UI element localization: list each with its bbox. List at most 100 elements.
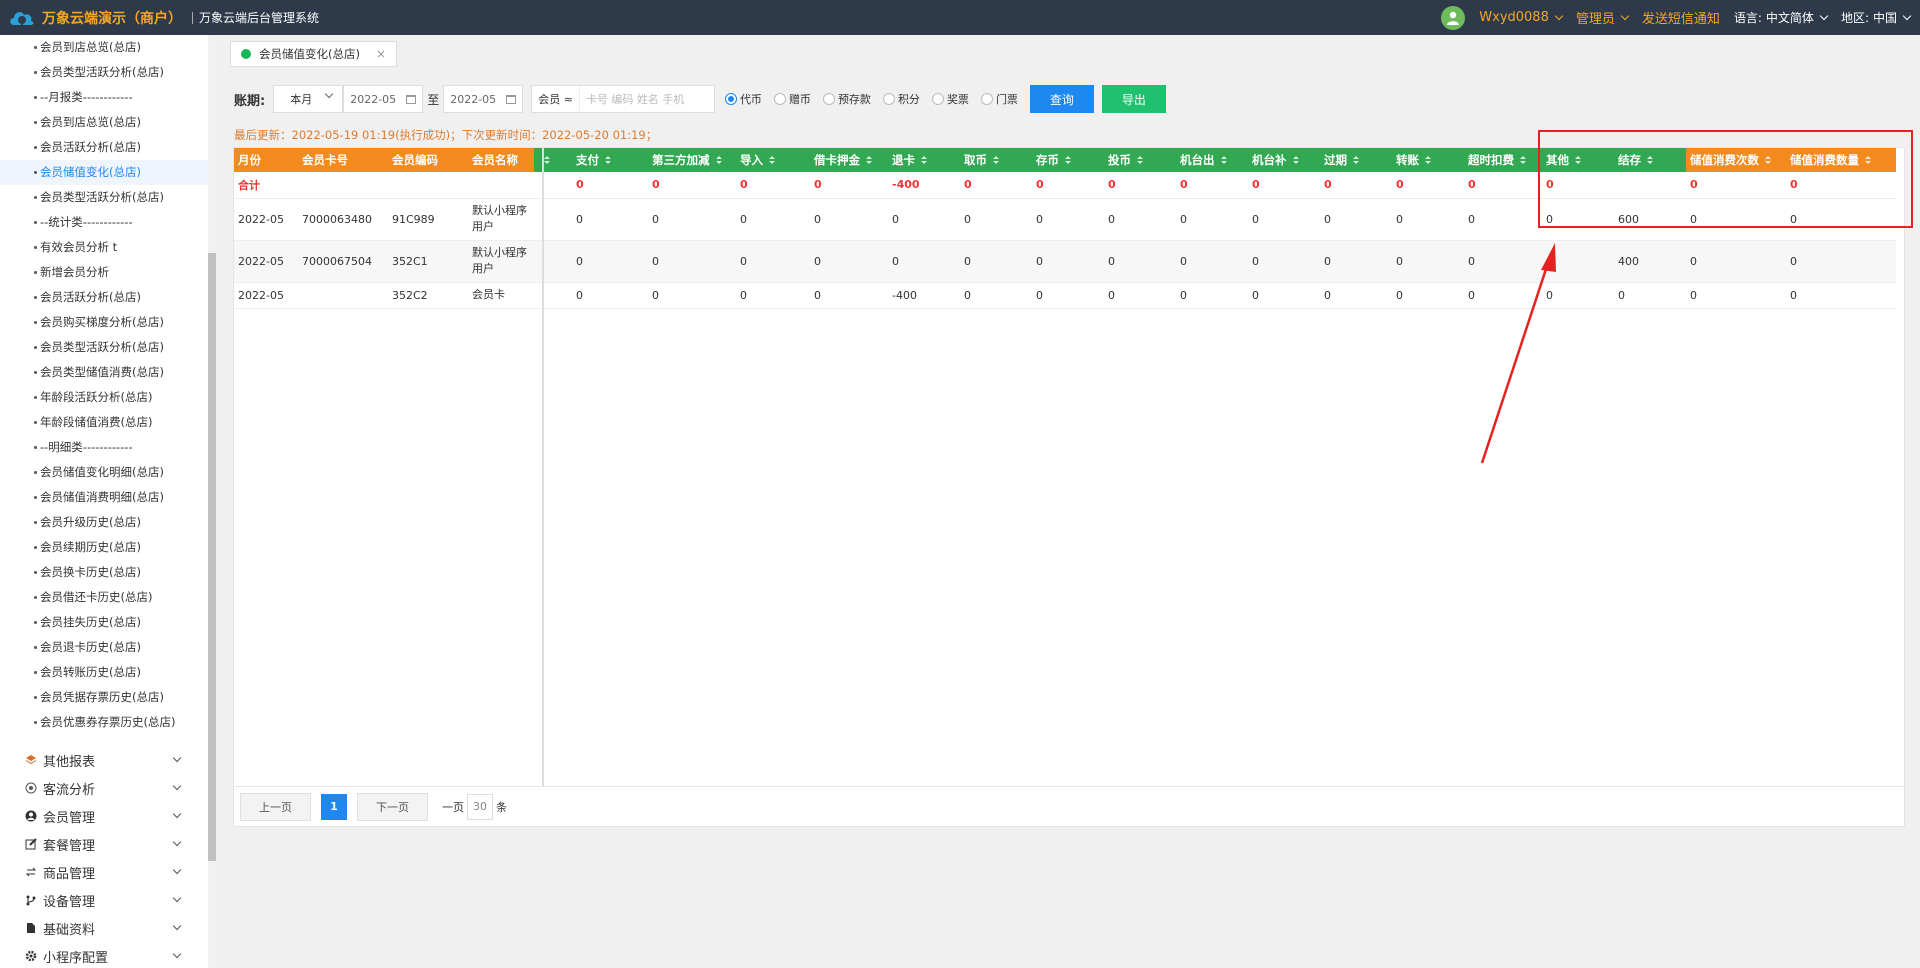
column-header[interactable]: 取币	[960, 148, 1032, 172]
column-header[interactable]: 退卡	[888, 148, 960, 172]
sidebar-item[interactable]: 新增会员分析	[0, 260, 216, 285]
sidebar-group-7[interactable]: 小程序配置	[0, 942, 208, 968]
sidebar-item[interactable]: 会员类型储值消费(总店)	[0, 360, 216, 385]
column-header[interactable]: 第三方加减	[648, 148, 736, 172]
radio-option[interactable]: 奖票	[931, 91, 969, 107]
region-menu[interactable]: 地区: 中国	[1841, 9, 1912, 26]
sort-icon[interactable]	[1137, 156, 1143, 165]
member-search-input[interactable]: 卡号 编码 姓名 手机	[580, 91, 714, 107]
sidebar-item[interactable]: 会员到店总览(总店)	[0, 110, 216, 135]
sidebar-group-1[interactable]: 客流分析	[0, 774, 208, 802]
radio-circle-icon[interactable]	[822, 93, 835, 105]
sidebar-item[interactable]: 会员换卡历史(总店)	[0, 560, 216, 585]
date-from-input[interactable]: 2022-05	[343, 85, 424, 113]
sort-icon[interactable]	[921, 156, 927, 165]
sidebar-item[interactable]: 会员挂失历史(总店)	[0, 610, 216, 635]
sort-icon[interactable]	[866, 156, 872, 165]
sidebar-group-6[interactable]: 基础资料	[0, 914, 208, 942]
radio-option[interactable]: 积分	[882, 91, 920, 107]
sort-icon[interactable]	[715, 156, 722, 165]
sidebar-scroll-thumb[interactable]	[208, 253, 216, 861]
radio-circle-icon[interactable]	[724, 93, 737, 105]
sidebar-item[interactable]: 会员升级历史(总店)	[0, 510, 216, 535]
sidebar-group-2[interactable]: 会员管理	[0, 802, 208, 830]
column-header[interactable]: 机台补	[1248, 148, 1320, 172]
sidebar-item[interactable]: 会员退卡历史(总店)	[0, 635, 216, 660]
query-button[interactable]: 查询	[1029, 85, 1094, 113]
radio-option[interactable]: 预存款	[822, 91, 871, 107]
frozen-column-divider[interactable]	[542, 148, 544, 786]
sort-icon[interactable]	[1292, 156, 1299, 165]
sort-icon[interactable]	[1220, 156, 1227, 165]
avatar[interactable]	[1441, 5, 1466, 30]
tab-member-stored-value[interactable]: 会员储值变化(总店) ×	[230, 41, 398, 67]
role-menu[interactable]: 管理员	[1576, 8, 1630, 27]
radio-option[interactable]: 门票	[980, 91, 1018, 107]
table-row[interactable]: 2022-05 352C2 会员卡 0 0 0 0 -400 0 0 0 0 0 0 0 0 0 0 0 0	[234, 282, 1896, 309]
sidebar-item[interactable]: 会员转账历史(总店)	[0, 660, 216, 685]
column-header[interactable]: 机台出	[1176, 148, 1248, 172]
column-header[interactable]: 超时扣费	[1464, 148, 1542, 172]
column-header[interactable]: 存币	[1032, 148, 1104, 172]
logo[interactable]: 万象云端演示（商户）	[8, 7, 182, 29]
sidebar-item[interactable]: 会员凭据存票历史(总店)	[0, 685, 216, 710]
column-header[interactable]: 转账	[1392, 148, 1464, 172]
sidebar-item[interactable]: 有效会员分析 t	[0, 235, 216, 260]
sidebar-item[interactable]: 年龄段储值消费(总店)	[0, 410, 216, 435]
language-menu[interactable]: 语言: 中文简体	[1734, 9, 1829, 26]
radio-circle-icon[interactable]	[931, 93, 944, 105]
column-header[interactable]: 投币	[1104, 148, 1176, 172]
member-match-select[interactable]: 会员 ≈	[532, 86, 580, 112]
date-to-input[interactable]: 2022-05	[443, 85, 524, 113]
sort-icon[interactable]	[1353, 156, 1359, 165]
sidebar-item[interactable]: 会员借还卡历史(总店)	[0, 585, 216, 610]
sidebar-item[interactable]: --明细类------------	[0, 435, 216, 460]
column-header[interactable]: 导入	[736, 148, 810, 172]
sort-icon[interactable]	[1520, 156, 1526, 165]
export-button[interactable]: 导出	[1101, 85, 1166, 113]
sort-icon[interactable]	[605, 156, 611, 165]
column-header[interactable]: 借卡押金	[810, 148, 888, 172]
page-size-input[interactable]: 30	[467, 793, 493, 820]
sms-notify-link[interactable]: 发送短信通知	[1642, 8, 1720, 27]
column-header[interactable]: 过期	[1320, 148, 1392, 172]
sort-icon[interactable]	[769, 156, 775, 165]
sort-icon[interactable]	[993, 156, 999, 165]
sidebar-item[interactable]: 会员续期历史(总店)	[0, 535, 216, 560]
close-icon[interactable]: ×	[376, 47, 386, 61]
sidebar-scrollbar[interactable]	[208, 35, 216, 968]
column-header[interactable]: 支付	[572, 148, 648, 172]
sort-icon[interactable]	[544, 156, 550, 165]
user-menu[interactable]: Wxyd0088	[1479, 10, 1564, 25]
current-page-button[interactable]: 1	[321, 793, 347, 820]
sidebar-item[interactable]: 会员储值变化(总店)	[0, 160, 216, 185]
column-header[interactable]	[534, 148, 572, 172]
sidebar-item[interactable]: 会员购买梯度分析(总店)	[0, 310, 216, 335]
radio-option[interactable]: 赠币	[773, 91, 811, 107]
sidebar-item[interactable]: 年龄段活跃分析(总店)	[0, 385, 216, 410]
sidebar-item[interactable]: 会员类型活跃分析(总店)	[0, 60, 216, 85]
sidebar-item[interactable]: 会员类型活跃分析(总店)	[0, 335, 216, 360]
sort-icon[interactable]	[1425, 156, 1431, 165]
sidebar-item[interactable]: 会员储值变化明细(总店)	[0, 460, 216, 485]
table-row[interactable]: 2022-05 7000067504 352C1 默认小程序用户 0 0 0 0 0 0 0 0 0 0 0…	[234, 240, 1896, 283]
sort-icon[interactable]	[1065, 156, 1071, 165]
next-page-button[interactable]: 下一页	[357, 792, 428, 821]
radio-circle-icon[interactable]	[882, 93, 895, 105]
sidebar-item[interactable]: --统计类------------	[0, 210, 216, 235]
period-select[interactable]: 本月	[273, 85, 344, 113]
radio-circle-icon[interactable]	[980, 93, 993, 105]
sidebar-item[interactable]: 会员类型活跃分析(总店)	[0, 185, 216, 210]
sidebar-item[interactable]: 会员活跃分析(总店)	[0, 135, 216, 160]
sidebar-item[interactable]: --月报类------------	[0, 85, 216, 110]
radio-option[interactable]: 代币	[724, 91, 762, 107]
sidebar-item[interactable]: 会员到店总览(总店)	[0, 35, 216, 60]
sidebar-group-3[interactable]: 套餐管理	[0, 830, 208, 858]
sidebar-item[interactable]: 会员活跃分析(总店)	[0, 285, 216, 310]
radio-circle-icon[interactable]	[773, 93, 786, 105]
prev-page-button[interactable]: 上一页	[240, 792, 311, 821]
sidebar-item[interactable]: 会员优惠券存票历史(总店)	[0, 710, 216, 735]
sidebar-group-5[interactable]: 设备管理	[0, 886, 208, 914]
sidebar-item[interactable]: 会员储值消费明细(总店)	[0, 485, 216, 510]
sidebar-group-0[interactable]: 其他报表	[0, 746, 208, 774]
